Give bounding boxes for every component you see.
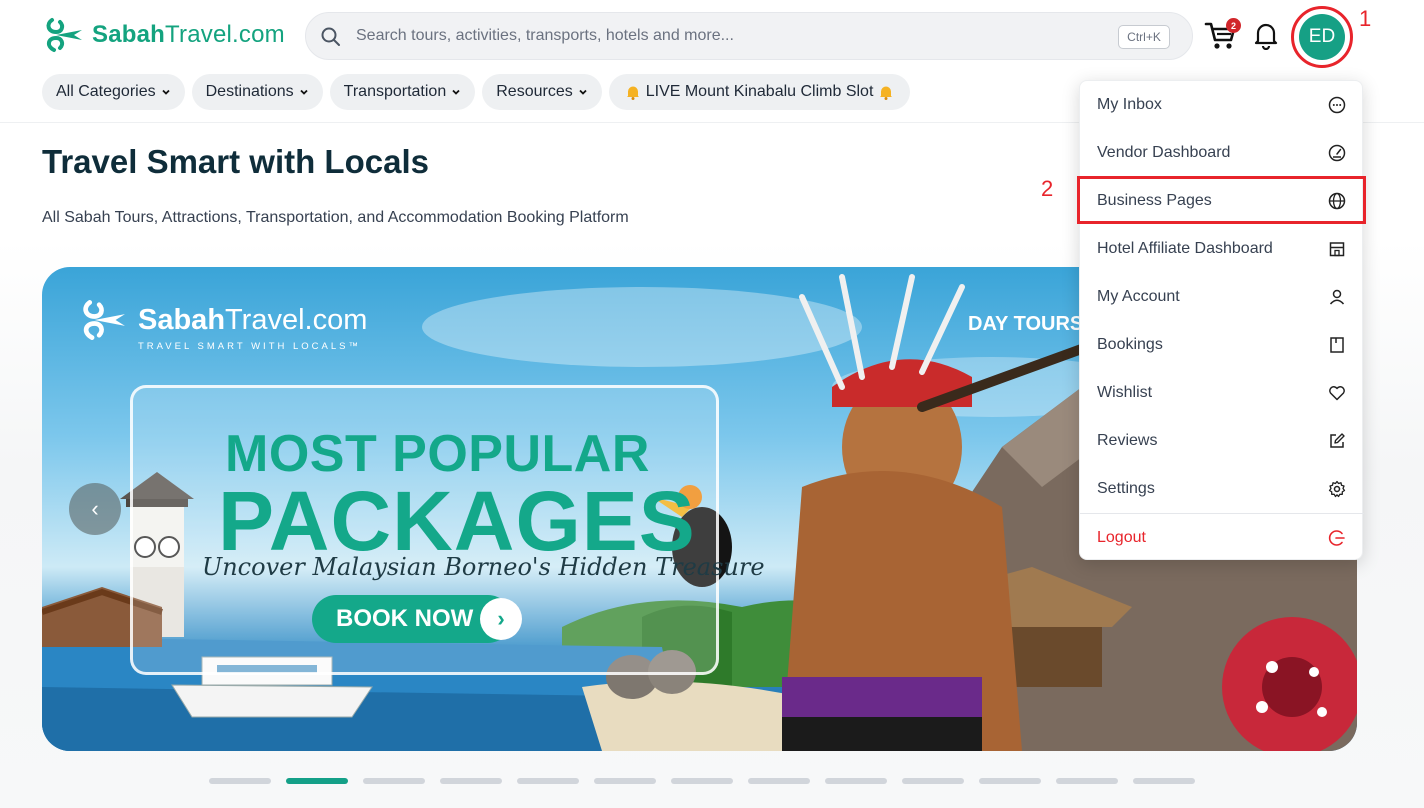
carousel-dot[interactable]	[517, 778, 579, 784]
nav-resources[interactable]: Resources	[482, 74, 602, 110]
chevron-down-icon	[300, 89, 308, 95]
search-input[interactable]	[356, 21, 1096, 51]
banner-logo-mark-icon	[83, 300, 125, 340]
edit-icon	[1330, 433, 1345, 448]
cart-count-badge: 2	[1226, 18, 1241, 33]
carousel-dot[interactable]	[209, 778, 271, 784]
menu-item-label: Logout	[1097, 529, 1146, 546]
menu-item-settings[interactable]: Settings	[1080, 465, 1364, 513]
search-bar[interactable]: Ctrl+K	[305, 12, 1193, 60]
carousel-dot[interactable]	[594, 778, 656, 784]
nav-label: Transportation	[343, 83, 447, 100]
chevron-right-icon[interactable]: ›	[480, 598, 522, 640]
chevron-down-icon	[452, 89, 460, 95]
nav-destinations[interactable]: Destinations	[191, 74, 323, 110]
logout-icon	[1328, 530, 1345, 546]
nav-label: LIVE Mount Kinabalu Climb Slot	[645, 83, 874, 100]
menu-item-reviews[interactable]: Reviews	[1080, 417, 1364, 465]
carousel-dot[interactable]	[979, 778, 1041, 784]
user-dropdown-menu: My Inbox Vendor Dashboard Business Pages…	[1079, 80, 1364, 562]
banner-logo: SabahTravel.com	[78, 293, 367, 347]
page-subtitle: All Sabah Tours, Attractions, Transporta…	[42, 209, 629, 226]
nav-all-categories[interactable]: All Categories	[42, 74, 185, 110]
logo-text: SabahTravel.com	[92, 21, 285, 48]
annotation-number-2: 2	[1041, 176, 1054, 201]
store-icon	[1329, 242, 1345, 257]
menu-item-label: Settings	[1097, 480, 1155, 497]
bell-emoji-icon	[626, 86, 639, 100]
menu-item-logout[interactable]: Logout	[1080, 514, 1364, 562]
chat-bubble-icon	[1328, 96, 1346, 114]
promo-tagline: Uncover Malaysian Borneo's Hidden Treasu…	[202, 553, 765, 581]
carousel-dot[interactable]	[363, 778, 425, 784]
chevron-down-icon	[579, 89, 587, 95]
user-icon	[1329, 289, 1345, 305]
annotation-number-1: 1	[1359, 6, 1372, 31]
banner-day-tours-label: DAY TOURS	[968, 313, 1084, 335]
category-nav: All Categories Destinations Transportati…	[42, 74, 911, 110]
menu-item-label: Bookings	[1097, 336, 1163, 353]
keyboard-shortcut-hint: Ctrl+K	[1118, 25, 1170, 49]
carousel-dot[interactable]	[748, 778, 810, 784]
menu-item-label: Wishlist	[1097, 384, 1153, 401]
carousel-dot[interactable]	[825, 778, 887, 784]
menu-item-label: Reviews	[1097, 432, 1158, 449]
user-avatar-button[interactable]: ED	[1299, 14, 1345, 60]
banner-logo-text: SabahTravel.com	[138, 303, 368, 336]
menu-item-vendor-dashboard[interactable]: Vendor Dashboard	[1080, 129, 1364, 177]
carousel-dot[interactable]	[1056, 778, 1118, 784]
carousel-dot[interactable]	[286, 778, 348, 784]
carousel-dot[interactable]	[1133, 778, 1195, 784]
nav-live-kinabalu[interactable]: LIVE Mount Kinabalu Climb Slot	[608, 74, 911, 110]
nav-label: Resources	[496, 83, 573, 100]
logo-mark-icon	[46, 18, 82, 52]
menu-item-label: Vendor Dashboard	[1097, 144, 1231, 161]
carousel-dot[interactable]	[440, 778, 502, 784]
book-now-label: BOOK NOW	[336, 605, 474, 632]
carousel-dot[interactable]	[902, 778, 964, 784]
menu-item-label: Hotel Affiliate Dashboard	[1097, 240, 1273, 257]
carousel-indicators	[209, 778, 1195, 784]
banner-logo-tagline: TRAVEL SMART WITH LOCALS™	[138, 341, 361, 352]
menu-item-my-account[interactable]: My Account	[1080, 273, 1364, 321]
notification-bell-icon[interactable]	[1253, 20, 1279, 50]
nav-transportation[interactable]: Transportation	[329, 74, 476, 110]
menu-item-bookings[interactable]: Bookings	[1080, 321, 1364, 369]
bell-emoji-icon	[880, 86, 893, 100]
site-logo[interactable]: SabahTravel.com	[42, 12, 285, 58]
book-icon	[1330, 337, 1344, 353]
top-header: SabahTravel.com Ctrl+K 2 ED 1	[0, 0, 1424, 72]
carousel-prev-button[interactable]: ‹	[69, 483, 121, 535]
heart-icon	[1329, 386, 1345, 401]
nav-label: Destinations	[205, 83, 294, 100]
business-pages-annotation-box	[1077, 176, 1366, 224]
search-icon	[321, 27, 340, 46]
nav-label: All Categories	[56, 83, 156, 100]
menu-item-wishlist[interactable]: Wishlist	[1080, 369, 1364, 417]
menu-item-label: My Account	[1097, 288, 1180, 305]
menu-item-hotel-affiliate-dashboard[interactable]: Hotel Affiliate Dashboard	[1080, 225, 1364, 273]
chevron-down-icon	[161, 89, 170, 95]
menu-item-my-inbox[interactable]: My Inbox	[1080, 81, 1364, 129]
page-title: Travel Smart with Locals	[42, 143, 429, 180]
carousel-dot[interactable]	[671, 778, 733, 784]
gauge-icon	[1328, 144, 1346, 162]
gear-icon	[1328, 480, 1346, 498]
menu-item-label: My Inbox	[1097, 96, 1162, 113]
